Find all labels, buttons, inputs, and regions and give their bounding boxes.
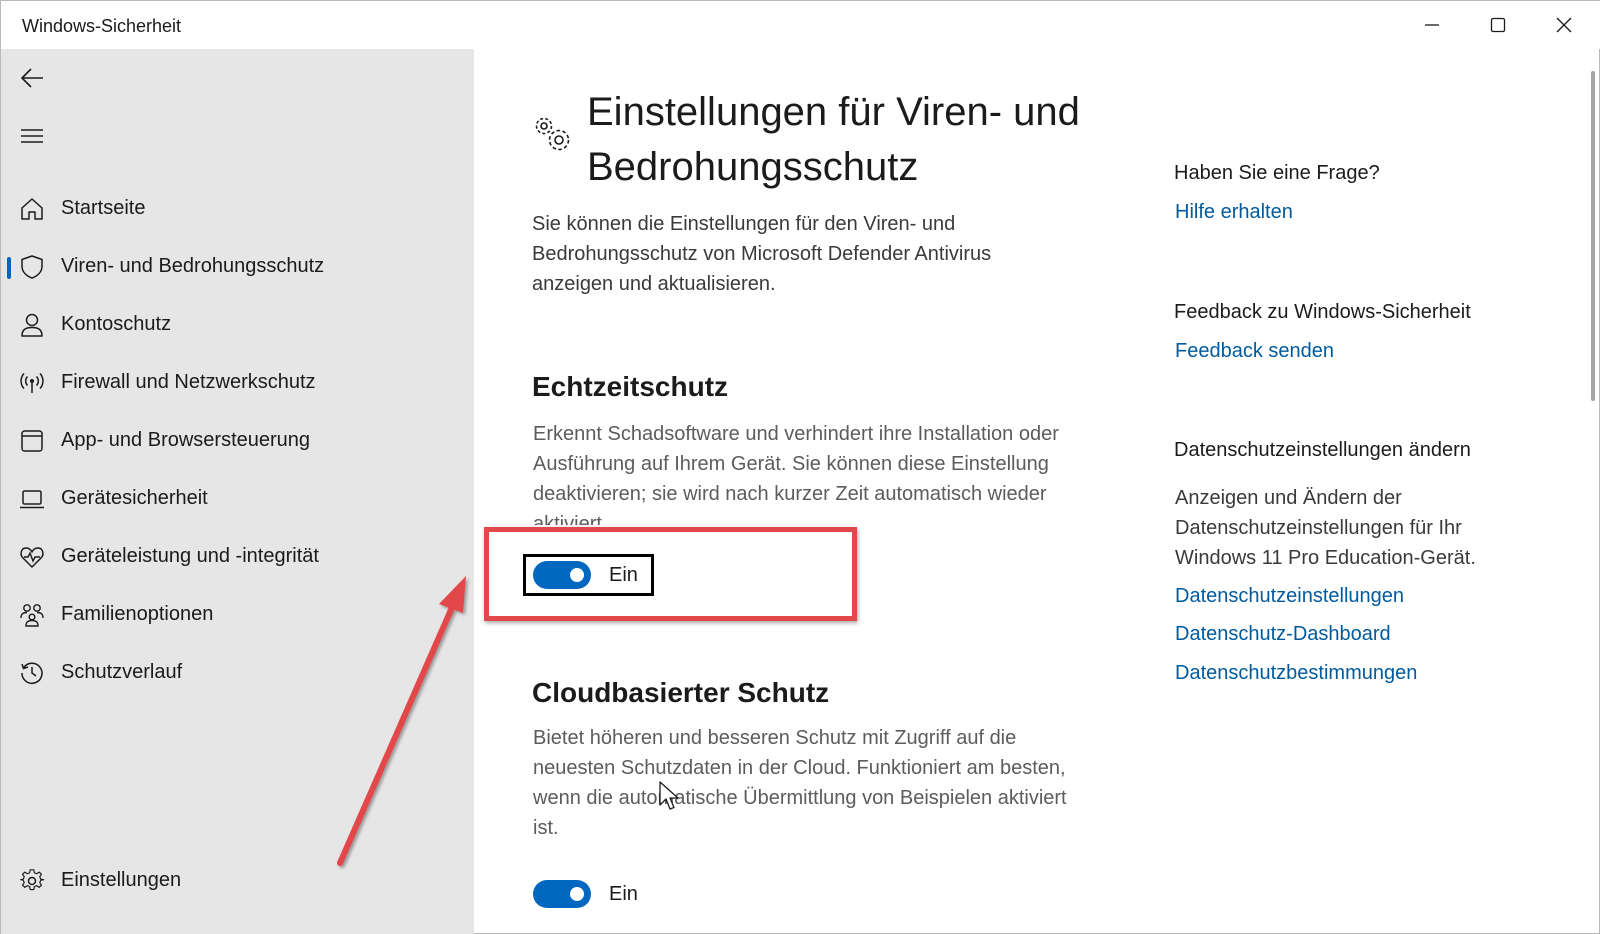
sidebar-item-label: Firewall und Netzwerkschutz: [61, 371, 316, 393]
hamburger-icon: [21, 129, 43, 143]
back-button[interactable]: [19, 65, 45, 91]
page-description: Sie können die Einstellungen für den Vir…: [532, 213, 992, 295]
annotation-highlight-box: [484, 527, 857, 621]
laptop-icon: [20, 490, 44, 509]
sidebar-item-firewall[interactable]: Firewall und Netzwerkschutz: [1, 357, 474, 409]
realtime-protection-description: Erkennt Schadsoftware und verhindert ihr…: [533, 423, 1059, 525]
privacy-heading: Datenschutzeinstellungen ändern: [1174, 439, 1471, 461]
toggle-state-label: Ein: [609, 882, 638, 905]
sidebar-item-label: Einstellungen: [61, 869, 182, 891]
selected-indicator: [7, 257, 11, 279]
title-bar: Windows-Sicherheit: [1, 1, 1600, 49]
close-icon: [1556, 17, 1572, 33]
person-icon: [21, 313, 43, 337]
sidebar-item-virus-protection[interactable]: Viren- und Bedrohungsschutz: [1, 241, 474, 293]
sidebar-item-label: Gerätesicherheit: [61, 487, 208, 509]
sidebar-item-protection-history[interactable]: Schutzverlauf: [1, 647, 474, 699]
home-icon: [21, 198, 43, 220]
sidebar-item-label: Viren- und Bedrohungsschutz: [61, 255, 325, 277]
sidebar-item-device-security[interactable]: Gerätesicherheit: [1, 473, 474, 525]
shield-icon: [21, 255, 43, 279]
sidebar-item-home[interactable]: Startseite: [1, 183, 474, 235]
windows-security-window: Windows-Sicherheit Startseite Viren- und…: [0, 0, 1600, 934]
maximize-button[interactable]: [1465, 1, 1531, 49]
cloud-protection-description: Bietet höheren und besseren Schutz mit Z…: [533, 727, 1067, 839]
minimize-icon: [1425, 24, 1439, 26]
sidebar-item-family-options[interactable]: Familienoptionen: [1, 589, 474, 641]
sidebar: Startseite Viren- und Bedrohungsschutz K…: [1, 49, 474, 934]
realtime-protection-heading: Echtzeitschutz: [532, 371, 729, 402]
privacy-statement-link[interactable]: Datenschutzbestimmungen: [1175, 662, 1417, 685]
sidebar-item-settings[interactable]: Einstellungen: [1, 855, 474, 907]
scrollbar-thumb[interactable]: [1591, 71, 1595, 401]
close-button[interactable]: [1531, 1, 1597, 49]
app-window-icon: [21, 430, 43, 452]
back-arrow-icon: [20, 68, 43, 88]
sidebar-item-label: App- und Browsersteuerung: [61, 429, 311, 451]
sidebar-item-label: Kontoschutz: [61, 313, 172, 335]
gear-icon: [20, 869, 45, 891]
history-icon: [21, 662, 43, 685]
sidebar-item-label: Familienoptionen: [61, 603, 214, 625]
family-icon: [20, 604, 44, 627]
sidebar-item-label: Schutzverlauf: [61, 661, 183, 683]
privacy-dashboard-link[interactable]: Datenschutz-Dashboard: [1175, 623, 1391, 646]
sidebar-item-device-performance[interactable]: Geräteleistung und -integrität: [1, 531, 474, 583]
get-help-link[interactable]: Hilfe erhalten: [1175, 201, 1293, 224]
privacy-settings-link[interactable]: Datenschutzeinstellungen: [1175, 585, 1404, 608]
page-title: Einstellungen für Viren- und Bedrohungss…: [587, 90, 1080, 189]
app-title: Windows-Sicherheit: [22, 16, 182, 36]
cloud-protection-toggle[interactable]: Ein: [533, 880, 638, 908]
sidebar-item-app-browser-control[interactable]: App- und Browsersteuerung: [1, 415, 474, 467]
minimize-button[interactable]: [1399, 1, 1465, 49]
menu-button[interactable]: [19, 123, 45, 149]
toggle-switch[interactable]: [533, 880, 591, 908]
sidebar-item-label: Geräteleistung und -integrität: [61, 545, 319, 567]
cloud-protection-heading: Cloudbasierter Schutz: [532, 677, 830, 708]
privacy-description: Anzeigen und Ändern der Datenschutzeinst…: [1175, 487, 1476, 569]
sidebar-item-label: Startseite: [61, 197, 146, 219]
heart-pulse-icon: [20, 547, 44, 568]
gears-icon: [535, 117, 570, 151]
maximize-icon: [1490, 17, 1506, 33]
mouse-cursor-icon: [659, 781, 679, 810]
feedback-heading: Feedback zu Windows-Sicherheit: [1174, 301, 1471, 323]
send-feedback-link[interactable]: Feedback senden: [1175, 340, 1334, 363]
toggle-knob: [570, 887, 584, 901]
antenna-icon: [20, 372, 44, 393]
sidebar-item-account-protection[interactable]: Kontoschutz: [1, 299, 474, 351]
question-heading: Haben Sie eine Frage?: [1174, 162, 1380, 184]
